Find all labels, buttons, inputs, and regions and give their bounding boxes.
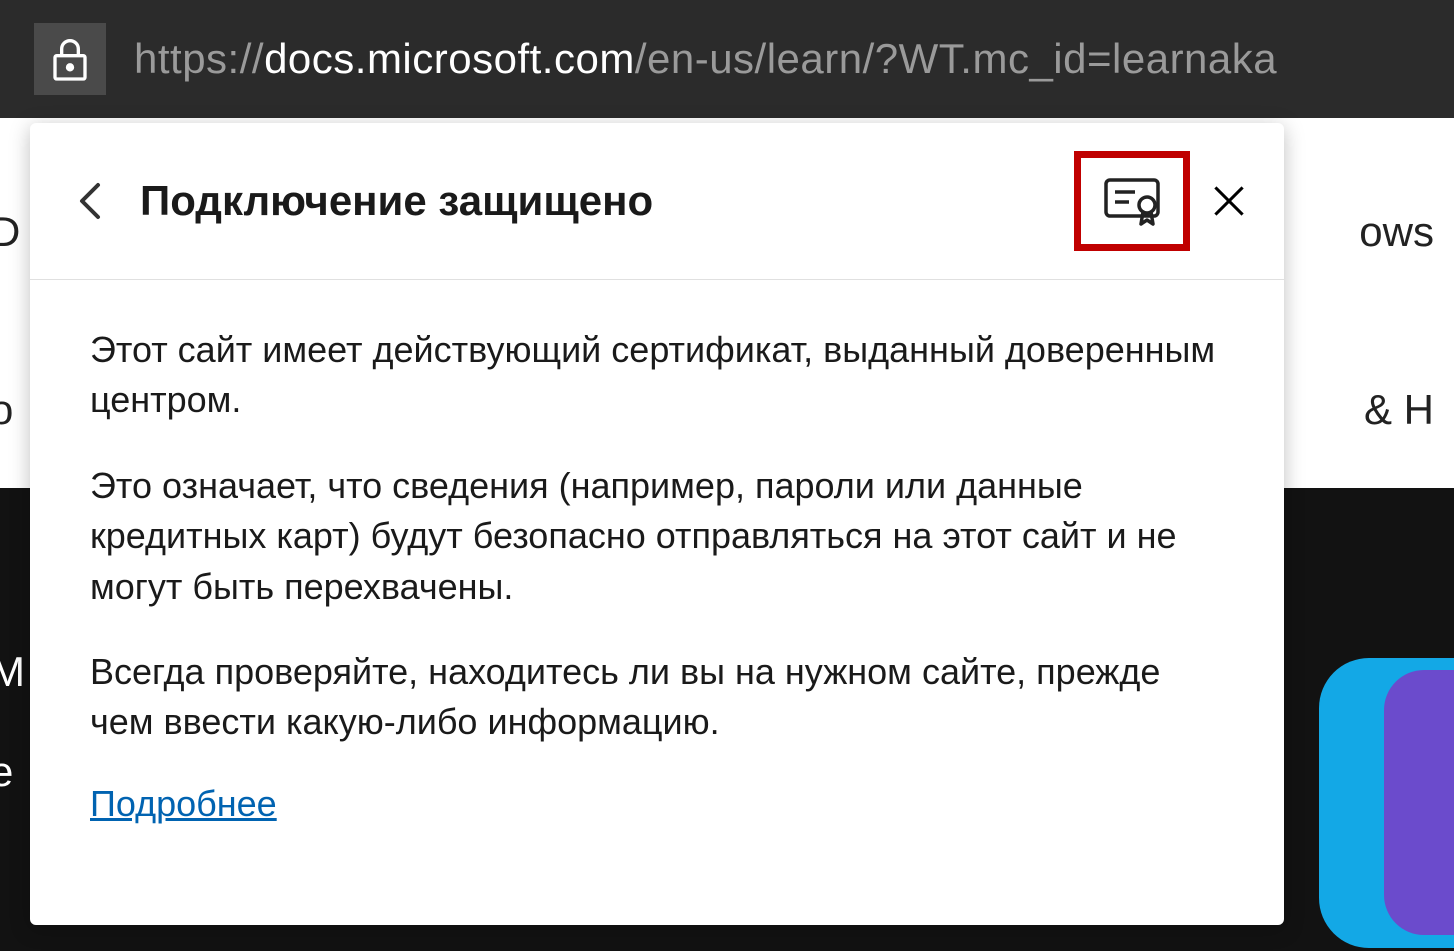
site-security-button[interactable] bbox=[34, 23, 106, 95]
learn-more-link[interactable]: Подробнее bbox=[90, 783, 277, 824]
close-button[interactable] bbox=[1204, 176, 1254, 226]
popup-paragraph-2: Это означает, что сведения (например, па… bbox=[90, 461, 1224, 612]
bg-fragment-dark-2: e bbox=[0, 748, 13, 796]
certificate-icon bbox=[1103, 176, 1161, 226]
bg-fragment-top-right: ows bbox=[1359, 208, 1434, 256]
hero-graphic-purple bbox=[1384, 670, 1454, 935]
bg-fragment-dark-1: M bbox=[0, 648, 25, 696]
url-display[interactable]: https://docs.microsoft.com/en-us/learn/?… bbox=[134, 35, 1277, 83]
popup-paragraph-3: Всегда проверяйте, находитесь ли вы на н… bbox=[90, 647, 1224, 748]
popup-paragraph-1: Этот сайт имеет действующий сертификат, … bbox=[90, 325, 1224, 426]
bg-fragment-top-left: D bbox=[0, 208, 20, 256]
address-bar[interactable]: https://docs.microsoft.com/en-us/learn/?… bbox=[0, 0, 1454, 118]
certificate-button[interactable] bbox=[1074, 151, 1190, 251]
bg-fragment-mid-right: & H bbox=[1364, 386, 1434, 434]
url-prefix: https:// bbox=[134, 35, 264, 82]
bg-fragment-mid-left: o bbox=[0, 386, 13, 434]
close-icon bbox=[1212, 184, 1246, 218]
popup-title: Подключение защищено bbox=[140, 177, 1074, 225]
popup-header: Подключение защищено bbox=[30, 123, 1284, 280]
lock-icon bbox=[50, 35, 90, 83]
popup-body: Этот сайт имеет действующий сертификат, … bbox=[30, 280, 1284, 925]
url-domain: docs.microsoft.com bbox=[264, 35, 635, 82]
url-path: /en-us/learn/?WT.mc_id=learnaka bbox=[635, 35, 1277, 82]
connection-secure-popup: Подключение защищено Этот сайт имеет дей… bbox=[30, 123, 1284, 925]
hero-graphic-blue bbox=[1319, 658, 1454, 948]
back-button[interactable] bbox=[70, 181, 110, 221]
chevron-left-icon bbox=[78, 181, 102, 221]
